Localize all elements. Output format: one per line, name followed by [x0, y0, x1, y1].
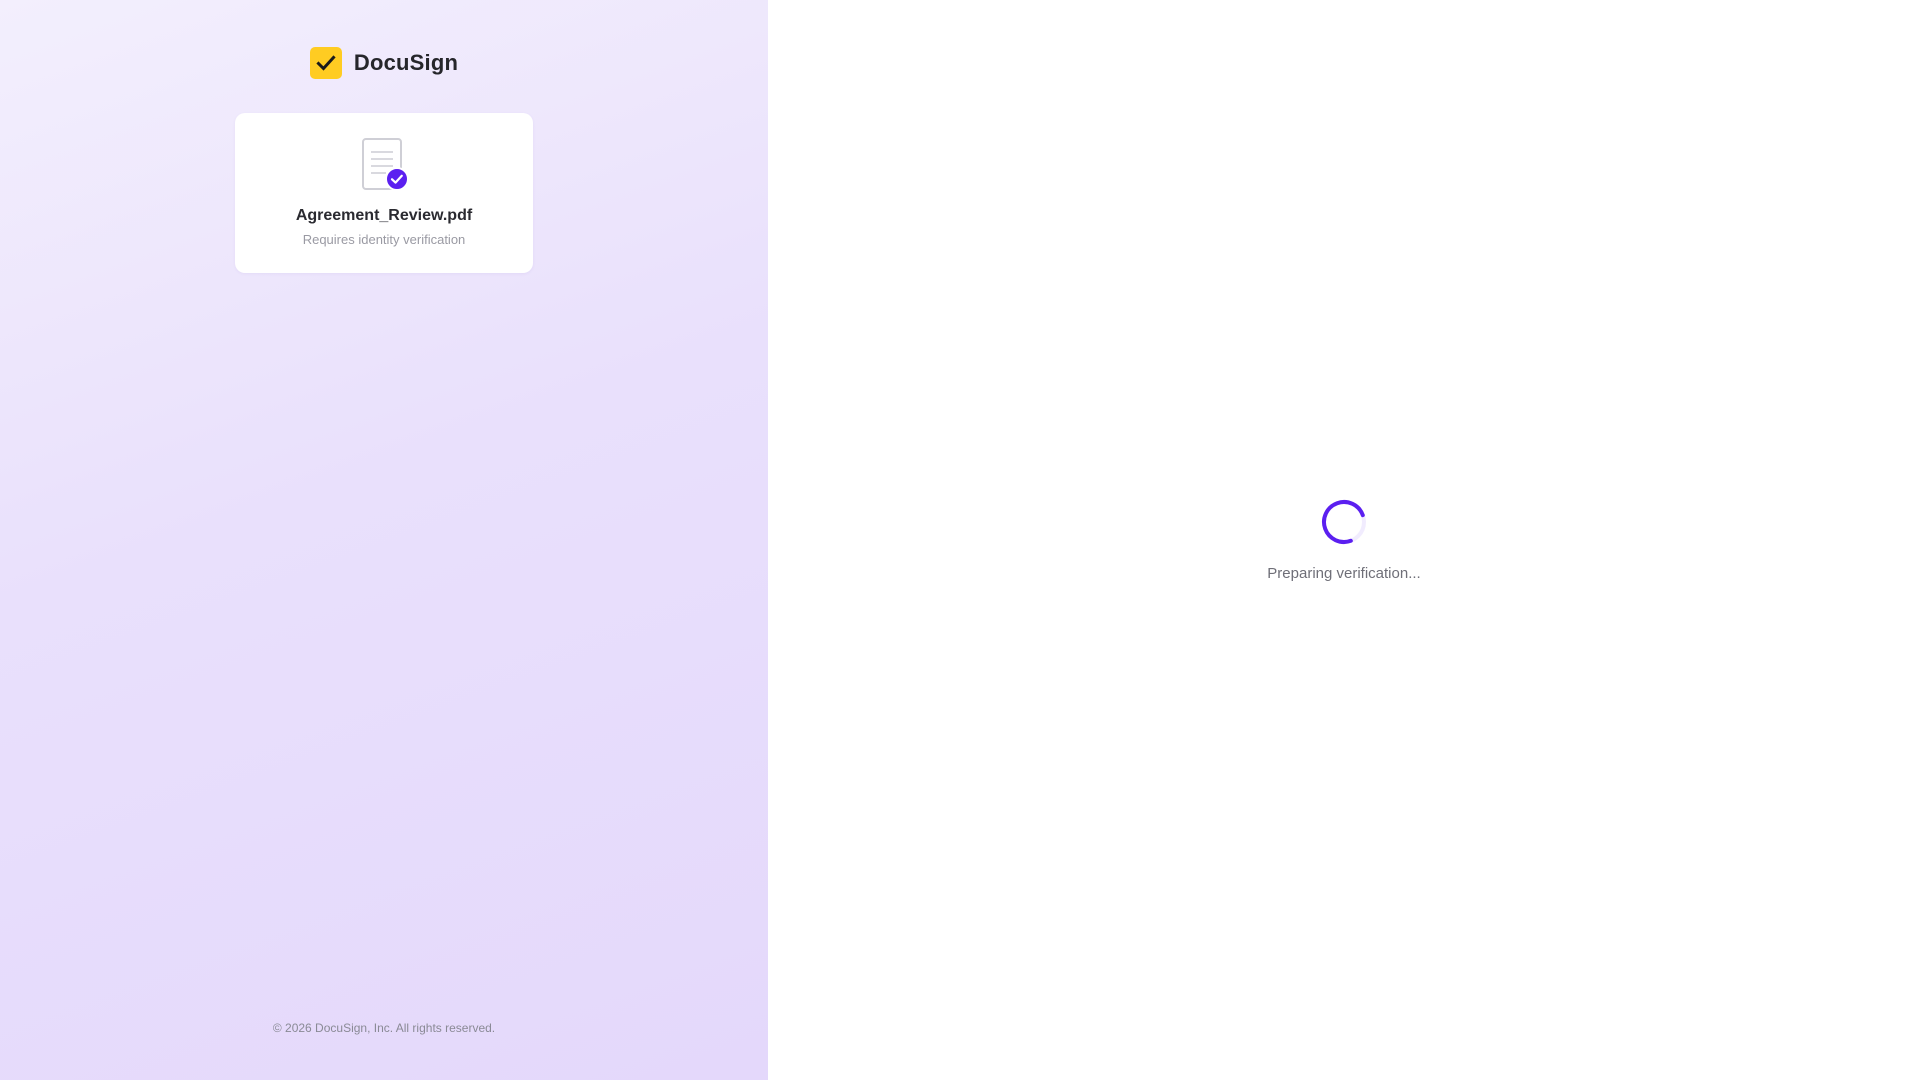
spinner-icon — [1322, 500, 1366, 544]
loading-indicator: Preparing verification... — [768, 497, 1920, 582]
loading-message: Preparing verification... — [1267, 565, 1421, 582]
left-panel: DocuSign Agreement_Review.pdf Requires i… — [0, 0, 768, 1080]
brand-header: DocuSign — [0, 47, 768, 79]
footer-copyright: © 2026 DocuSign, Inc. All rights reserve… — [272, 1021, 496, 1035]
right-panel: Preparing verification... — [768, 0, 1920, 1080]
document-card: Agreement_Review.pdf Requires identity v… — [235, 113, 533, 273]
page: DocuSign Agreement_Review.pdf Requires i… — [0, 0, 1920, 1080]
document-status: Requires identity verification — [302, 232, 466, 247]
check-icon — [309, 47, 342, 79]
brand-name: DocuSign — [353, 50, 459, 75]
document-icon — [360, 137, 409, 193]
verified-badge-icon — [385, 167, 409, 191]
document-filename: Agreement_Review.pdf — [295, 207, 473, 224]
